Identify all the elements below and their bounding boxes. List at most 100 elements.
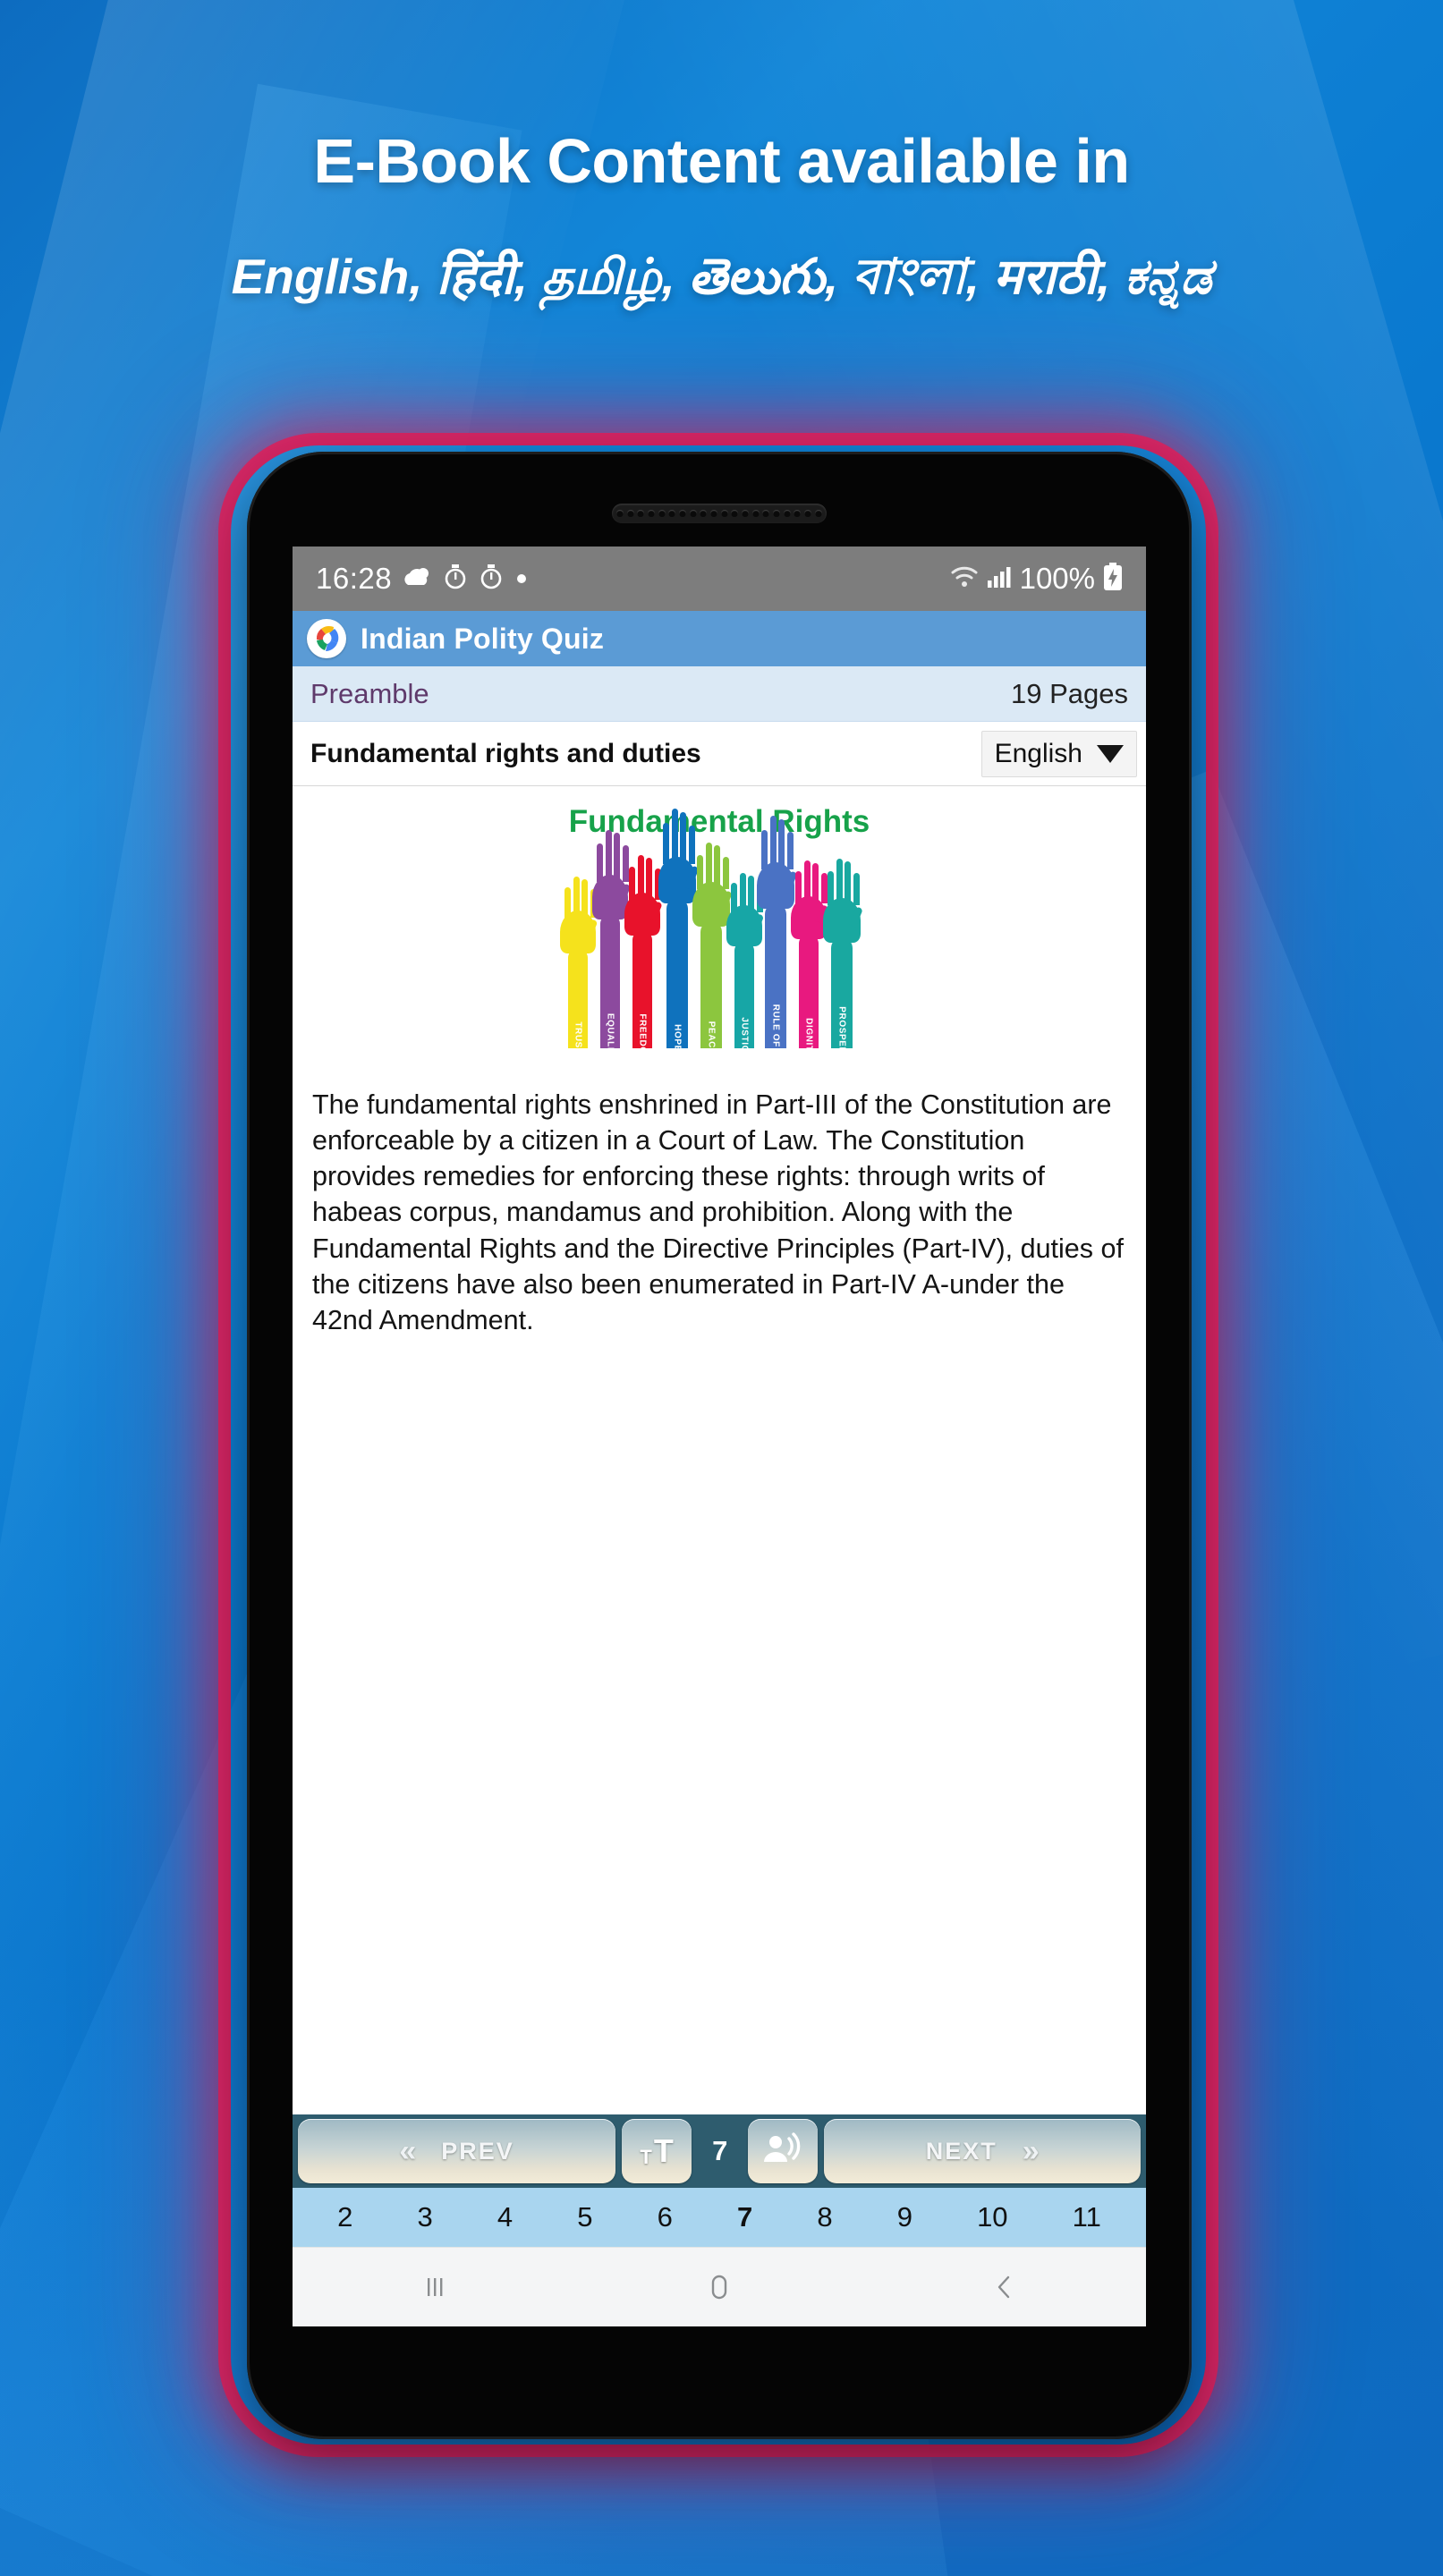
figure-block: Fundamental Rights TRUST EQUALITY FREEDOM H… <box>293 786 1146 1072</box>
hand-finger <box>722 856 729 889</box>
figure-title: Fundamental Rights <box>568 804 870 839</box>
hand-finger <box>688 825 695 864</box>
topic-row: Fundamental rights and duties English <box>293 722 1146 786</box>
text-size-big-t: T <box>653 2132 674 2169</box>
hand-finger <box>671 809 678 864</box>
hand-finger <box>828 870 834 905</box>
hand-label: EQUALITY <box>605 1013 615 1063</box>
recents-icon[interactable] <box>419 2271 451 2303</box>
hand-finger <box>812 862 819 903</box>
hand-finger <box>820 873 828 903</box>
signal-icon <box>987 565 1012 593</box>
page-number[interactable]: 5 <box>577 2201 592 2233</box>
raised-hand: HOPE <box>658 809 700 1052</box>
text-size-button[interactable]: T T <box>622 2119 692 2183</box>
next-button[interactable]: NEXT » <box>824 2119 1142 2183</box>
hand-finger <box>581 878 588 918</box>
android-status-bar: 16:28 100% <box>293 547 1146 611</box>
app-title: Indian Polity Quiz <box>361 622 605 655</box>
raised-hand: PEACE <box>692 843 733 1055</box>
next-chevron-icon: » <box>1022 2133 1040 2168</box>
raised-hand: FREEDOM <box>624 855 663 1063</box>
hand-finger <box>605 830 612 882</box>
hand-label: FREEDOM <box>637 1013 648 1063</box>
hand-finger <box>853 872 860 905</box>
hand-finger <box>769 816 777 869</box>
hand-finger <box>697 854 703 889</box>
page-number[interactable]: 11 <box>1073 2201 1101 2233</box>
topic-title: Fundamental rights and duties <box>310 738 701 768</box>
chapter-name: Preamble <box>310 677 429 709</box>
hand-finger <box>845 861 851 905</box>
page-number-strip: 2 3 4 5 6 7 8 9 10 11 <box>293 2188 1146 2247</box>
language-select[interactable]: English <box>980 730 1137 777</box>
raised-hand: EQUALITY <box>592 830 632 1063</box>
status-time: 16:28 <box>316 562 393 595</box>
app-logo-icon <box>307 619 346 658</box>
hand-finger <box>803 860 811 903</box>
raised-hand: JUSTICE <box>726 873 765 1059</box>
hand-label: DIGNITY <box>803 1018 814 1058</box>
battery-charging-icon <box>1103 562 1123 596</box>
raised-hand: PROSPERITY <box>823 859 863 1070</box>
page-number[interactable]: 9 <box>897 2201 912 2233</box>
reader-toolbar: « PREV T T 7 NEXT » <box>293 2114 1146 2188</box>
android-navigation-bar <box>293 2247 1146 2326</box>
promo-title: E-Book Content available in <box>313 126 1130 196</box>
page-number[interactable]: 3 <box>417 2201 432 2233</box>
chapter-page-count: 19 Pages <box>1011 677 1128 709</box>
hand-finger <box>680 811 686 864</box>
promo-heading-block: E-Book Content available in English, हिं… <box>0 0 1443 321</box>
home-icon[interactable] <box>703 2271 735 2303</box>
hand-finger <box>778 818 785 869</box>
hand-finger <box>564 886 571 918</box>
back-icon[interactable] <box>988 2271 1020 2303</box>
speak-button[interactable] <box>748 2119 819 2183</box>
chapter-row[interactable]: Preamble 19 Pages <box>293 666 1146 722</box>
page-number[interactable]: 7 <box>737 2201 752 2233</box>
hand-finger <box>795 871 802 903</box>
earpiece-speaker-icon <box>612 504 827 523</box>
ebook-content: Fundamental Rights TRUST EQUALITY FREEDOM H… <box>293 786 1146 2114</box>
hand-finger <box>761 829 768 869</box>
hand-finger <box>629 867 635 900</box>
hand-finger <box>637 855 644 900</box>
phone-frame: 16:28 100% Indian Polity Quiz Preamble 1… <box>247 452 1192 2439</box>
page-number[interactable]: 4 <box>497 2201 513 2233</box>
current-page-indicator: 7 <box>712 2135 728 2166</box>
prev-label: PREV <box>441 2137 514 2165</box>
hand-finger <box>786 832 794 869</box>
raised-hand: DIGNITY <box>791 860 829 1058</box>
stopwatch-icon <box>480 564 503 594</box>
page-number[interactable]: 6 <box>658 2201 673 2233</box>
hand-finger <box>614 833 620 882</box>
status-bar-right: 100% <box>950 562 1123 596</box>
promo-languages: English, हिंदी, தமிழ், తెలుగు, বাংলা, मर… <box>231 249 1212 304</box>
prev-button[interactable]: « PREV <box>298 2119 616 2183</box>
hand-finger <box>836 859 843 905</box>
stopwatch-icon <box>444 564 467 594</box>
hand-finger <box>573 877 580 918</box>
fundamental-rights-illustration: TRUST EQUALITY FREEDOM HOPE PEACE JUSTICE RULE… <box>560 809 876 1072</box>
phone-screen: 16:28 100% Indian Polity Quiz Preamble 1… <box>293 547 1146 2326</box>
raised-hand: TRUST <box>560 877 598 1055</box>
chevron-down-icon <box>1097 744 1124 763</box>
hand-finger <box>597 843 603 882</box>
person-speaking-icon <box>762 2131 803 2172</box>
hand-label: HOPE <box>672 1024 683 1052</box>
page-number[interactable]: 10 <box>977 2201 1007 2233</box>
page-number[interactable]: 2 <box>337 2201 352 2233</box>
hand-finger <box>705 843 712 889</box>
text-size-icon: T T <box>640 2135 673 2167</box>
status-bar-left: 16:28 <box>316 562 528 596</box>
app-bar: Indian Polity Quiz <box>293 611 1146 666</box>
hand-label: PROSPERITY <box>836 1006 847 1070</box>
text-size-small-t: T <box>640 2146 652 2168</box>
battery-percent: 100% <box>1019 562 1095 595</box>
page-number[interactable]: 8 <box>817 2201 832 2233</box>
hand-finger <box>714 845 720 889</box>
wifi-icon <box>950 564 979 594</box>
hand-finger <box>739 873 746 912</box>
hand-label: RULE OF LAW <box>770 1004 781 1072</box>
raised-hand: RULE OF LAW <box>757 816 798 1072</box>
